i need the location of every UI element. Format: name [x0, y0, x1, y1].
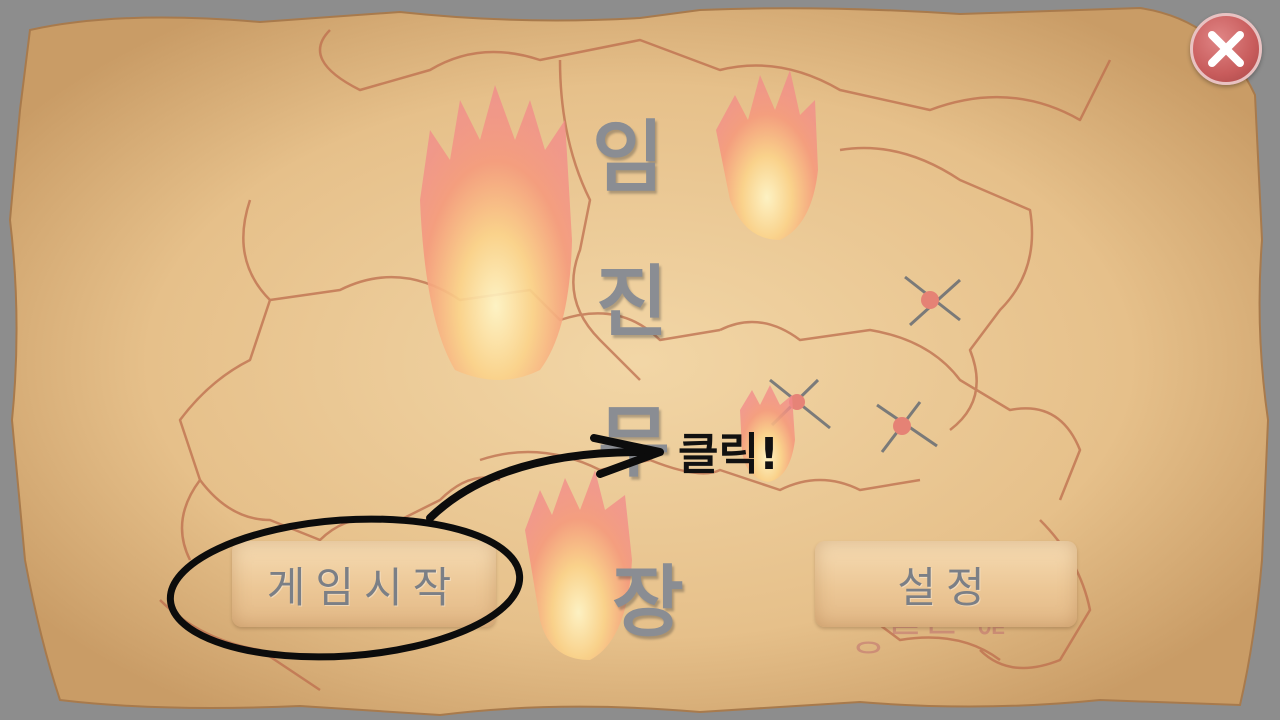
click-hint-label: 클릭!	[678, 429, 780, 480]
tutorial-annotation	[166, 434, 664, 661]
pointer-arrow	[426, 447, 654, 522]
close-button[interactable]	[1190, 13, 1262, 85]
close-x-icon	[1208, 31, 1244, 67]
game-title-screen: ᆼᄅᄂ ᄋᄅ 임 진 무 장 게임시작 설정 클릭!	[0, 0, 1280, 720]
highlight-circle	[166, 515, 524, 661]
